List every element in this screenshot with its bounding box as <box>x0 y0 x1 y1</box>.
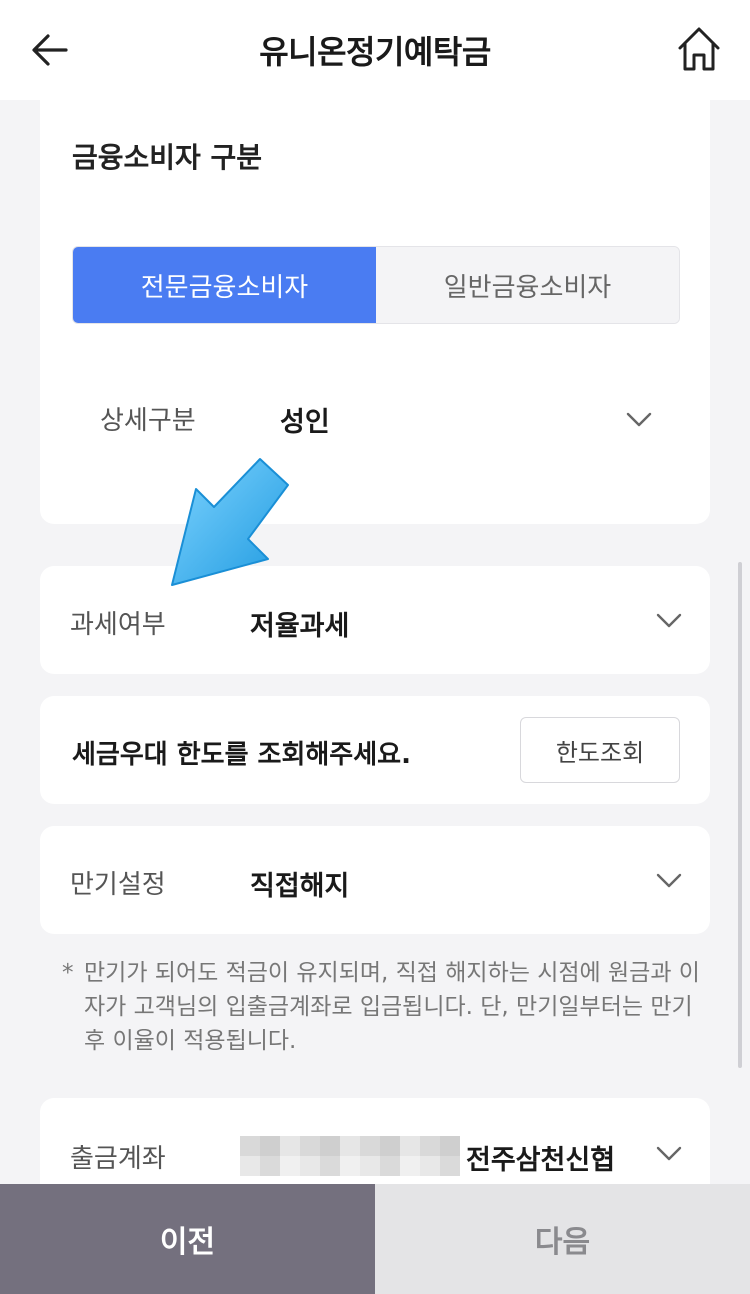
tax-benefit-limit-card: 세금우대 한도를 조회해주세요. 한도조회 <box>40 696 710 804</box>
arrow-left-icon[interactable] <box>30 30 70 70</box>
detail-type-value[interactable]: 성인 <box>280 400 330 439</box>
home-icon[interactable] <box>676 24 722 74</box>
consumer-type-toggle: 전문금융소비자 일반금융소비자 <box>72 246 680 324</box>
maturity-note-text: 만기가 되어도 적금이 유지되며, 직접 해지하는 시점에 원금과 이자가 고객… <box>84 960 700 1054</box>
maturity-note: * 만기가 되어도 적금이 유지되며, 직접 해지하는 시점에 원금과 이자가 … <box>62 956 702 1058</box>
general-consumer-button[interactable]: 일반금융소비자 <box>376 247 679 323</box>
chevron-down-icon[interactable] <box>656 613 682 629</box>
chevron-down-icon[interactable] <box>656 1146 682 1162</box>
bottom-nav: 이전 다음 <box>0 1184 750 1294</box>
consumer-type-card: 금융소비자 구분 전문금융소비자 일반금융소비자 상세구분 성인 <box>40 100 710 524</box>
maturity-value[interactable]: 직접해지 <box>250 864 349 903</box>
note-marker: * <box>62 960 74 986</box>
limit-inquiry-button[interactable]: 한도조회 <box>520 717 680 783</box>
chevron-down-icon[interactable] <box>626 412 652 428</box>
prev-button[interactable]: 이전 <box>0 1184 375 1294</box>
consumer-type-title: 금융소비자 구분 <box>72 141 263 174</box>
chevron-down-icon[interactable] <box>656 873 682 889</box>
maturity-label: 만기설정 <box>70 870 166 900</box>
tax-benefit-limit-text: 세금우대 한도를 조회해주세요. <box>72 740 411 770</box>
app-header: 유니온정기예탁금 <box>0 0 750 100</box>
taxation-card[interactable]: 과세여부 저율과세 <box>40 566 710 674</box>
taxation-value[interactable]: 저율과세 <box>250 604 349 643</box>
detail-type-label: 상세구분 <box>100 406 196 436</box>
maturity-card[interactable]: 만기설정 직접해지 <box>40 826 710 934</box>
scrollbar[interactable] <box>738 562 742 1068</box>
masked-account-number <box>240 1136 460 1176</box>
annotation-arrow-icon <box>171 458 289 586</box>
withdrawal-account-label: 출금계좌 <box>70 1144 166 1174</box>
taxation-label: 과세여부 <box>70 610 166 640</box>
next-button[interactable]: 다음 <box>375 1184 750 1294</box>
page-title: 유니온정기예탁금 <box>259 33 491 71</box>
withdrawal-account-bank[interactable]: 전주삼천신협 <box>466 1138 615 1177</box>
professional-consumer-button[interactable]: 전문금융소비자 <box>73 247 376 323</box>
